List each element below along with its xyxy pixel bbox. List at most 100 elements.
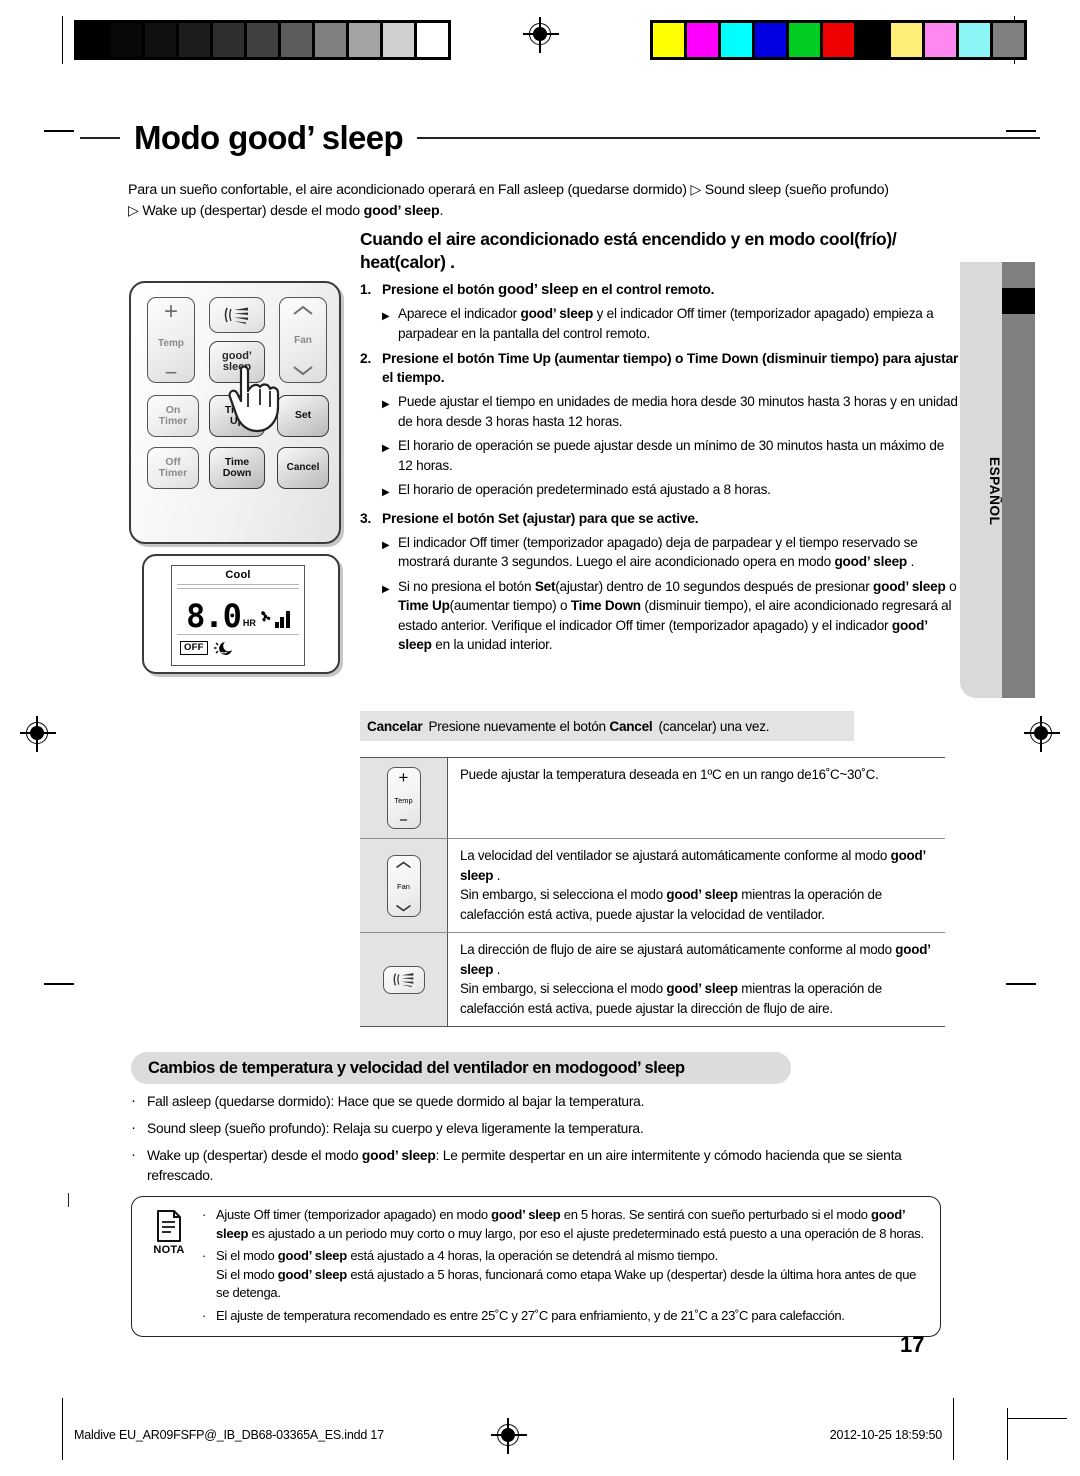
side-index-bar — [1002, 262, 1035, 698]
brand-good-sleep: good’ sleep — [361, 1148, 436, 1163]
color-swatch — [687, 23, 718, 57]
brand-good-sleep: good’ sleep — [520, 306, 594, 321]
intro-paragraph: Para un sueño confortable, el aire acond… — [128, 180, 958, 222]
title-rule — [417, 137, 1040, 139]
step-1-bullet-1-text: Aparece el indicador good’ sleep y el in… — [398, 306, 934, 341]
temp-icon-label: Temp — [394, 795, 413, 805]
step-2-bullet-2: ▶ El horario de operación se puede ajust… — [360, 436, 960, 475]
instructions-heading-line1: Cuando el aire acondicionado está encend… — [360, 229, 897, 249]
lcd-mode-label: Cool — [225, 569, 251, 581]
lcd-divider-1 — [177, 584, 299, 585]
fan-row-line-2: Sin embargo, si selecciona el modo good’… — [460, 887, 882, 922]
page-number: 17 — [900, 1332, 925, 1357]
crop-mark-top-left — [44, 130, 74, 132]
list-item: · Wake up (despertar) desde el modo good… — [131, 1146, 959, 1186]
color-swatch — [993, 23, 1024, 57]
brand-good-sleep: good’ sleep — [363, 203, 440, 219]
feature-table: + Temp − Puede ajustar la temperatura de… — [360, 757, 945, 1027]
color-swatch — [857, 23, 888, 57]
good-sleep-button-label-2: sleep — [222, 361, 252, 373]
cancel-instruction-bar: Cancelar Presione nuevamente el botón Can… — [360, 711, 854, 741]
list-item: · El ajuste de temperatura recomendado e… — [202, 1307, 930, 1326]
grayscale-swatch — [247, 23, 278, 57]
cancel-button[interactable]: Cancel — [277, 447, 329, 489]
page-title-text: Modo good’ sleep — [134, 119, 404, 156]
grayscale-swatch — [349, 23, 380, 57]
step-1-text: Presione el botón good’ sleep en el cont… — [382, 281, 715, 298]
temp-button[interactable]: + Temp − — [147, 297, 195, 385]
list-item: · Si el modo good’ sleep está ajustado a… — [202, 1247, 930, 1303]
intro-line-2-post: . — [439, 203, 444, 219]
temp-minus-icon: − — [164, 360, 178, 385]
crop-mark-bottom-right — [1006, 983, 1036, 985]
bullet-dot-icon: · — [202, 1307, 207, 1323]
off-timer-button[interactable]: Off Timer — [147, 447, 199, 489]
brand-good-sleep: good’ sleep — [666, 981, 738, 996]
step-3-number: 3. — [360, 510, 372, 526]
document-page: Modo good’ sleep Para un sueño confortab… — [0, 0, 1080, 1476]
chevron-down-icon — [293, 366, 313, 376]
bullet-dot-icon: · — [131, 1092, 136, 1109]
step-1: 1. Presione el botón good’ sleep en el c… — [360, 280, 960, 299]
step-2-text: Presione el botón Time Up (aumentar tiem… — [382, 351, 959, 385]
lcd-time-unit: HR — [242, 618, 256, 628]
time-up-button[interactable]: Time Up — [209, 395, 265, 437]
temp-minus-icon: − — [399, 812, 408, 829]
lcd-time-value: 8.0 — [186, 597, 242, 635]
language-side-tab-label: ESPAÑOL — [987, 456, 1002, 526]
fan-button[interactable]: Fan — [279, 297, 327, 383]
step-3-bullet-1: ▶ El indicador Off timer (temporizador a… — [360, 533, 960, 572]
step-2-number: 2. — [360, 351, 372, 366]
brand-good-sleep: good’ sleep — [498, 281, 579, 298]
good-sleep-button[interactable]: good’ sleep — [209, 341, 265, 383]
list-item: · Fall asleep (quedarse dormido): Hace q… — [131, 1092, 959, 1112]
nota-bullet-2-text: Si el modo good’ sleep está ajustado a 4… — [216, 1248, 917, 1300]
step-2: 2. Presione el botón Time Up (aumentar t… — [360, 349, 960, 387]
section-2-bullet-1-text: Fall asleep (quedarse dormido): Hace que… — [147, 1094, 645, 1109]
bullet-triangle-icon: ▶ — [382, 443, 390, 454]
step-3-bullet-2: ▶ Si no presiona el botón Set(ajustar) d… — [360, 577, 960, 655]
list-item: · Ajuste Off timer (temporizador apagado… — [202, 1206, 930, 1243]
page-title: Modo good’ sleep — [80, 112, 1040, 164]
color-swatch — [721, 23, 752, 57]
air-swing-button-icon — [382, 965, 425, 994]
color-swatch — [789, 23, 820, 57]
fan-row-line-1: La velocidad del ventilador se ajustará … — [460, 848, 926, 883]
brand-good-sleep: good’ sleep — [598, 1058, 685, 1077]
registration-mark-left — [20, 716, 56, 752]
air-swing-button-icon-cell — [360, 933, 448, 1026]
registration-mark-top — [523, 17, 559, 53]
lcd-status-row: OFF — [172, 635, 304, 656]
air-swing-button[interactable] — [209, 297, 265, 333]
time-down-button[interactable]: Time Down — [209, 447, 265, 489]
nota-box: NOTA · Ajuste Off timer (temporizador ap… — [131, 1196, 941, 1337]
step-2-bullet-3-text: El horario de operación predeterminado e… — [398, 482, 771, 497]
on-timer-button[interactable]: On Timer — [147, 395, 199, 437]
good-sleep-moon-icon — [213, 642, 232, 655]
lcd-screen: Cool 8.0 HR OFF — [171, 565, 305, 666]
intro-line-2-pre: ▷ Wake up (despertar) desde el modo — [128, 203, 364, 219]
intro-line-1: Para un sueño confortable, el aire acond… — [128, 182, 889, 198]
nota-bullet-1-text: Ajuste Off timer (temporizador apagado) … — [216, 1207, 924, 1241]
brand-good-sleep: good’ sleep — [834, 554, 908, 569]
table-row: La dirección de flujo de aire se ajustar… — [360, 933, 945, 1026]
registration-mark-right — [1024, 716, 1060, 752]
temp-button-icon: + Temp − — [386, 767, 421, 829]
brand-good-sleep: good’ sleep — [491, 1207, 561, 1222]
grayscale-swatch — [383, 23, 414, 57]
step-2-bullet-1: ▶ Puede ajustar el tiempo en unidades de… — [360, 392, 960, 431]
set-button[interactable]: Set — [277, 395, 329, 437]
bullet-triangle-icon: ▶ — [382, 311, 390, 322]
list-item: · Sound sleep (sueño profundo): Relaja s… — [131, 1119, 959, 1139]
cancel-text: Presione nuevamente el botón Cancel (canc… — [428, 718, 770, 734]
step-3-text: Presione el botón Set (ajustar) para que… — [382, 510, 699, 526]
brand-good-sleep: good’ sleep — [666, 887, 738, 902]
nota-label: NOTA — [153, 1244, 185, 1256]
trim-line-right-horizontal — [1007, 1418, 1067, 1419]
off-timer-label-2: Timer — [158, 467, 188, 479]
grayscale-swatch — [111, 23, 142, 57]
temp-button-label: Temp — [158, 338, 184, 350]
lcd-time-row: 8.0 HR — [172, 589, 304, 635]
remote-lcd-panel: Cool 8.0 HR OFF — [142, 554, 340, 674]
step-3-bullet-2-text: Si no presiona el botón Set(ajustar) den… — [398, 578, 957, 653]
